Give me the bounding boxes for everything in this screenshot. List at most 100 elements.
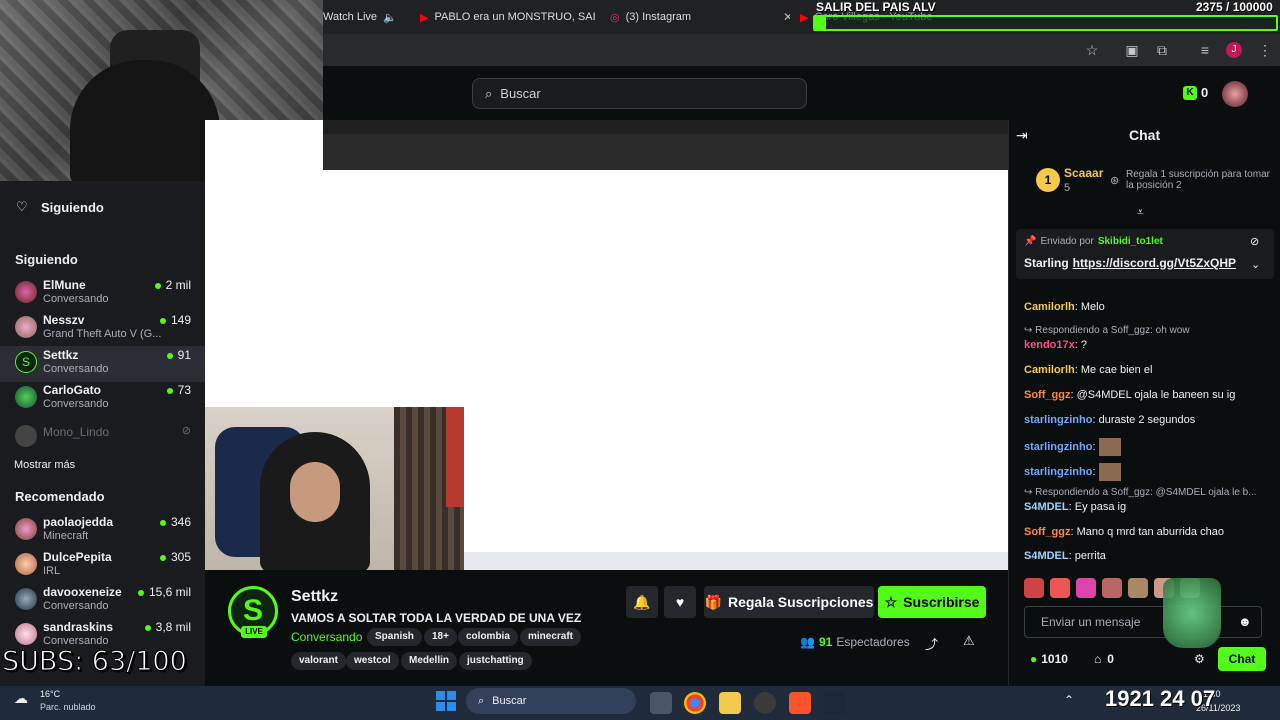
chrome-icon[interactable]: [684, 692, 706, 714]
bell-icon: 🔔: [633, 593, 651, 610]
emote[interactable]: [1076, 578, 1096, 598]
report-icon[interactable]: ⚠: [963, 633, 975, 649]
tag[interactable]: minecraft: [520, 628, 582, 646]
browser-tab[interactable]: ▶ PABLO era un MONSTRUO, SAI ✕: [420, 6, 600, 28]
taskbar-search[interactable]: ⌕ Buscar: [466, 688, 636, 714]
tag[interactable]: Spanish: [367, 628, 422, 646]
sidebar-channel-active[interactable]: S Settkz Conversando 91: [0, 346, 205, 382]
sidebar-title[interactable]: Siguiendo: [41, 200, 104, 215]
tag[interactable]: Medellin: [401, 652, 458, 670]
avatar: [15, 588, 37, 610]
chat-message: S4MDEL: Ey pasa ig: [1024, 501, 1127, 513]
playlist-icon[interactable]: ≡: [1196, 41, 1214, 59]
chat-reply-context: ↪ Respondiendo a Soff_ggz: @S4MDEL ojala…: [1024, 487, 1257, 498]
sidebar-channel[interactable]: paolaojedda Minecraft 346: [0, 513, 205, 549]
emote-bar[interactable]: [1024, 578, 1274, 600]
emote[interactable]: [1050, 578, 1070, 598]
browser-tab[interactable]: ◎ (3) Instagram ✕: [610, 6, 790, 28]
task-view-icon[interactable]: [650, 692, 672, 714]
avatar: [15, 316, 37, 338]
user-avatar[interactable]: [1222, 81, 1248, 107]
collapse-chat-icon[interactable]: ⇥: [1016, 127, 1028, 144]
sidebar-channel[interactable]: DulcePepita IRL 305: [0, 548, 205, 584]
brave-icon[interactable]: [789, 692, 811, 714]
hide-pin-icon[interactable]: ⊘: [1250, 235, 1259, 248]
gifter-rank-badge: 1: [1036, 168, 1060, 192]
screenshot-icon[interactable]: ▣: [1123, 41, 1141, 59]
video-player[interactable]: [205, 120, 1008, 570]
close-tab-icon[interactable]: ✕: [783, 10, 790, 24]
emote[interactable]: [1128, 578, 1148, 598]
show-more-link[interactable]: Mostrar más: [14, 459, 75, 471]
extension-icon[interactable]: ⧉: [1153, 41, 1171, 59]
pinned-text: Starling https://discord.gg/Vt5ZxQHP: [1024, 256, 1237, 270]
captured-taskbar: [464, 552, 1008, 570]
chat-kicks[interactable]: ⌂ 0: [1094, 652, 1114, 666]
steam-icon[interactable]: [824, 692, 846, 714]
gift-subs-button[interactable]: 🎁 Regala Suscripciones: [704, 586, 874, 618]
windows-taskbar: [0, 686, 1280, 720]
chat-panel: [1008, 120, 1280, 686]
chat-message: starlingzinho:: [1024, 463, 1274, 481]
goal-title: SALIR DEL PAIS ALV: [816, 0, 936, 14]
emoji-icon[interactable]: ☻: [1238, 614, 1252, 629]
subs-jar-overlay: [1163, 578, 1221, 648]
sidebar-channel[interactable]: ElMune Conversando 2 mil: [0, 276, 205, 312]
users-icon: 👥: [800, 635, 815, 649]
chevron-down-icon[interactable]: ⌄: [1251, 258, 1260, 271]
channel-points[interactable]: ● 1010: [1030, 652, 1068, 666]
tag[interactable]: justchatting: [459, 652, 532, 670]
send-chat-button[interactable]: Chat: [1218, 647, 1266, 671]
avatar: [15, 518, 37, 540]
captured-browser-toolbar: [323, 134, 1008, 170]
emote: [1098, 463, 1121, 481]
tag[interactable]: 18+: [424, 628, 457, 646]
goal-count: 2375 / 100000: [1196, 0, 1273, 14]
share-icon[interactable]: ⤴: [925, 634, 938, 653]
emote[interactable]: [1102, 578, 1122, 598]
top-gifter-name[interactable]: Scaaar: [1064, 166, 1103, 180]
notification-bell-button[interactable]: 🔔: [626, 586, 658, 618]
kicks-balance[interactable]: K 0: [1183, 85, 1208, 100]
chevron-up-icon[interactable]: ⌃: [1064, 693, 1074, 707]
chat-message: Soff_ggz: Mano q mrd tan aburrida chao: [1024, 526, 1224, 538]
chat-reply-context: ↪ Respondiendo a Soff_ggz: oh wow: [1024, 325, 1190, 336]
follow-button[interactable]: ♥: [664, 586, 696, 618]
menu-dots-icon[interactable]: ⋮: [1256, 41, 1274, 59]
search-icon: ⌕: [485, 85, 493, 101]
avatar: [15, 386, 37, 408]
obs-icon[interactable]: [754, 692, 776, 714]
sidebar-channel[interactable]: CarloGato Conversando 73: [0, 381, 205, 417]
subscribe-button[interactable]: ☆ Suscribirse: [878, 586, 986, 618]
weather-icon: ☁: [14, 690, 28, 706]
tag[interactable]: valorant: [291, 652, 346, 670]
settings-icon[interactable]: ⚙: [1194, 652, 1205, 666]
sidebar-channel[interactable]: Nesszv Grand Theft Auto V (G... 149: [0, 311, 205, 347]
tag[interactable]: westcol: [346, 652, 399, 670]
offline-icon: ⊘: [181, 425, 191, 437]
star-icon[interactable]: ☆: [1083, 41, 1101, 59]
search-input[interactable]: ⌕ Buscar: [472, 78, 807, 109]
sidebar-channel-offline[interactable]: Mono_Lindo ⊘: [0, 420, 205, 456]
chat-message: Camilorlh: Me cae bien el: [1024, 364, 1153, 376]
subs-counter-overlay: SUBS: 63/100: [2, 646, 188, 678]
goal-progress-fill: [815, 17, 827, 29]
clock-overlay: 1921 24 07: [1105, 686, 1216, 711]
emote[interactable]: [1024, 578, 1044, 598]
pinned-meta: 📌 Enviado por Skibidi_to1let: [1024, 236, 1163, 247]
expand-icon[interactable]: ⩡: [1137, 205, 1144, 220]
sidebar-channel[interactable]: davooxeneize Conversando 15,6 mil: [0, 583, 205, 619]
profile-avatar-icon[interactable]: J: [1226, 42, 1242, 58]
avatar: [15, 553, 37, 575]
top-gifter-count: 5: [1064, 182, 1071, 194]
mute-icon[interactable]: 🔈: [383, 11, 397, 24]
browser-tab[interactable]: Watch Live 🔈✕: [323, 6, 409, 28]
stream-title: VAMOS A SOLTAR TODA LA VERDAD DE UNA VEZ: [291, 611, 582, 625]
tag[interactable]: colombia: [458, 628, 518, 646]
pinned-link[interactable]: https://discord.gg/Vt5ZxQHP: [1073, 256, 1236, 270]
gift-prompt: Regala 1 suscripción para tomar la posic…: [1126, 169, 1270, 191]
stream-category[interactable]: Conversando: [291, 630, 362, 644]
channel-name[interactable]: Settkz: [291, 588, 338, 606]
file-explorer-icon[interactable]: [719, 692, 741, 714]
windows-start-icon[interactable]: [436, 691, 456, 711]
